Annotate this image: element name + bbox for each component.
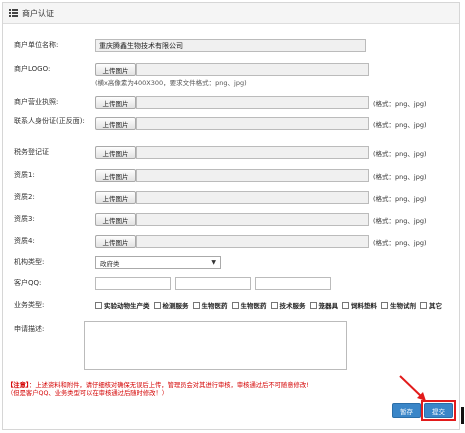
business-option[interactable]: 其它 (420, 300, 442, 310)
tax-upload-button[interactable]: 上传图片 (95, 146, 136, 159)
qualification-4-label: 资质4: (14, 237, 35, 245)
business-option[interactable]: 生物医药 (231, 300, 267, 310)
business-option[interactable]: 检测服务 (153, 300, 189, 310)
qualification-2-label: 资质2: (14, 193, 35, 201)
panel-header: 商户认证 (3, 3, 459, 24)
tax-format: (格式：png、jpg) (373, 150, 427, 158)
qualification-1-file-field[interactable] (136, 169, 369, 182)
org-type-label: 机构类型: (14, 258, 45, 266)
qq-input-3[interactable] (255, 277, 331, 290)
notice-text: 【注意】：上述资料和附件，请仔细核对确保无误后上传，管理员会对其进行审核，审核通… (7, 382, 309, 398)
qualification-2-upload-button[interactable]: 上传图片 (95, 191, 136, 204)
checkbox[interactable] (342, 301, 349, 309)
company-name-input[interactable]: 重庆腾鑫生物技术有限公司 (95, 39, 366, 52)
company-name-label: 商户单位名称: (14, 41, 59, 49)
id-card-upload-button[interactable]: 上传图片 (95, 117, 136, 130)
list-icon (9, 9, 18, 17)
business-option[interactable]: 技术服务 (270, 300, 306, 310)
business-option[interactable]: 实验动物生产类 (95, 300, 150, 310)
license-label: 商户营业执照: (14, 98, 59, 106)
save-draft-button[interactable]: 暂存 (392, 403, 421, 418)
qualification-2-file-field[interactable] (136, 191, 369, 204)
tax-label: 税务登记证 (14, 148, 49, 156)
business-option[interactable]: 生物试剂 (381, 300, 416, 310)
logo-label: 商户LOGO: (14, 65, 51, 73)
qualification-2-format: (格式：png、jpg) (373, 195, 427, 203)
merchant-certification-panel: 商户认证 商户单位名称: 重庆腾鑫生物技术有限公司 商户LOGO: 上传图片 (… (2, 2, 460, 430)
arrow-annotation-icon (399, 375, 426, 401)
checkbox[interactable] (95, 301, 102, 309)
logo-hint: (横x高像素为400X300，要求文件格式：png、jpg) (95, 79, 247, 87)
id-card-format: (格式：png、jpg) (373, 121, 427, 129)
panel-title: 商户认证 (22, 8, 54, 18)
qualification-4-format: (格式：png、jpg) (373, 239, 427, 247)
notice-tag: 【注意】 (7, 382, 30, 389)
qualification-3-file-field[interactable] (136, 213, 369, 226)
checkbox[interactable] (309, 301, 317, 309)
business-option[interactable]: 生物医药 (192, 300, 228, 310)
description-label: 申请描述: (14, 325, 45, 333)
chevron-down-icon: ▼ (211, 259, 216, 266)
submit-button[interactable]: 提交 (424, 403, 453, 418)
qualification-3-upload-button[interactable]: 上传图片 (95, 213, 136, 226)
qualification-1-format: (格式：png、jpg) (373, 173, 427, 181)
checkbox[interactable] (381, 301, 388, 309)
checkbox[interactable] (270, 301, 278, 309)
id-card-file-field[interactable] (136, 117, 369, 130)
checkbox[interactable] (231, 301, 239, 309)
qq-input-2[interactable] (175, 277, 251, 290)
logo-file-field[interactable] (136, 63, 369, 76)
checkbox[interactable] (192, 301, 200, 309)
checkbox[interactable] (153, 301, 161, 309)
org-type-selected: 政府类 (100, 259, 120, 268)
qualification-1-label: 资质1: (14, 171, 35, 179)
qq-label: 客户QQ: (14, 279, 42, 287)
checkbox[interactable] (420, 301, 427, 309)
license-upload-button[interactable]: 上传图片 (95, 96, 136, 109)
qualification-1-upload-button[interactable]: 上传图片 (95, 169, 136, 182)
cursor-bar (461, 407, 464, 424)
business-type-options: 实验动物生产类 检测服务 生物医药 生物医药 技术服务 笼器具 饲料垫料 生物试… (95, 300, 444, 310)
business-option[interactable]: 笼器具 (309, 300, 338, 310)
qualification-4-upload-button[interactable]: 上传图片 (95, 235, 136, 248)
business-option[interactable]: 饲料垫料 (342, 300, 377, 310)
notice-line-2: （但是客户QQ、业务类型可以在审核通过后随时修改！） (7, 390, 169, 397)
org-type-select[interactable]: 政府类 ▼ (95, 256, 221, 269)
tax-file-field[interactable] (136, 146, 369, 159)
description-textarea[interactable] (84, 321, 347, 370)
business-type-label: 业务类型: (14, 301, 45, 309)
notice-line-1: ：上述资料和附件，请仔细核对确保无误后上传，管理员会对其进行审核，审核通过后不可… (29, 382, 309, 389)
qualification-4-file-field[interactable] (136, 235, 369, 248)
qualification-3-format: (格式：png、jpg) (373, 217, 427, 225)
license-file-field[interactable] (136, 96, 369, 109)
license-format: (格式：png、jpg) (373, 100, 427, 108)
id-card-label: 联系人身份证(正反面): (14, 117, 85, 125)
qualification-3-label: 资质3: (14, 215, 35, 223)
logo-upload-button[interactable]: 上传图片 (95, 63, 136, 76)
qq-input-1[interactable] (95, 277, 171, 290)
